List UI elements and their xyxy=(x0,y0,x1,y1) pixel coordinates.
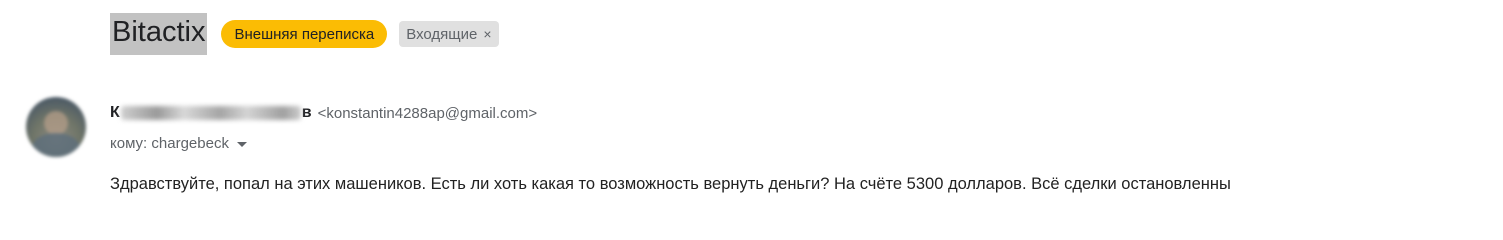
subject-header: Bitactix Внешняя переписка Входящие × xyxy=(110,12,499,56)
recipient-text: кому: chargebeck xyxy=(110,134,229,152)
sender-email: <konstantin4288ap@gmail.com> xyxy=(317,104,538,122)
label-external-correspondence[interactable]: Внешняя переписка xyxy=(221,20,388,48)
chevron-down-icon[interactable] xyxy=(236,141,247,147)
sender-name-start[interactable]: К xyxy=(110,104,120,122)
label-text: Внешняя переписка xyxy=(234,25,375,43)
label-inbox[interactable]: Входящие × xyxy=(399,21,499,47)
message-body: Здравствуйте, попал на этих машеников. Е… xyxy=(110,175,1231,193)
recipient-line: кому: chargebeck xyxy=(110,132,247,154)
sender-name-redacted xyxy=(120,106,301,120)
sender-name-end[interactable]: в xyxy=(302,104,312,122)
email-subject: Bitactix xyxy=(110,13,208,55)
avatar[interactable] xyxy=(26,97,86,157)
close-icon[interactable]: × xyxy=(483,26,491,42)
label-text: Входящие xyxy=(406,25,478,43)
sender-line: К в <konstantin4288ap@gmail.com> xyxy=(110,102,537,124)
